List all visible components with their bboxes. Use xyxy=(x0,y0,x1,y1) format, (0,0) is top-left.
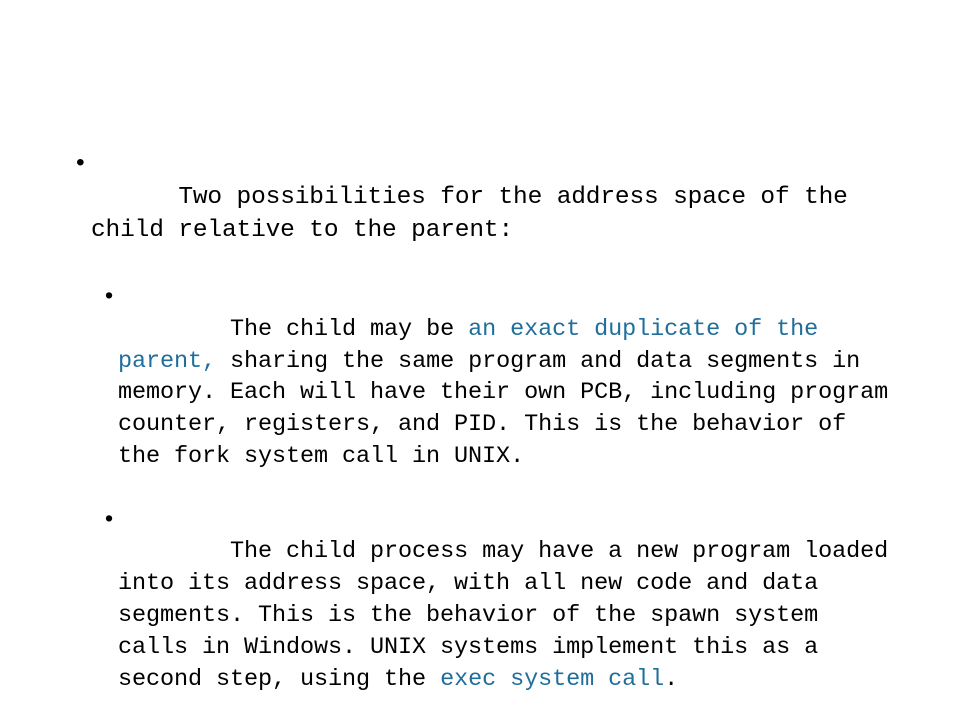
bullet-level2-item-2-tail: . xyxy=(664,665,679,693)
slide-canvas: • Two possibilities for the address space… xyxy=(0,0,960,693)
bullet-dot-icon: • xyxy=(102,284,117,311)
slide-content-body: • Two possibilities for the address space… xyxy=(70,148,900,727)
bullet-dot-icon: • xyxy=(73,151,88,178)
bullet-level1-item: • Two possibilities for the address space… xyxy=(70,148,900,280)
bullet-dot-icon: • xyxy=(102,506,117,534)
bullet-level2-item-2-highlight: exec system call xyxy=(440,665,665,693)
bullet-level2-item-1-lead: The child may be xyxy=(230,315,469,343)
bullet-level1-text: Two possibilities for the address space … xyxy=(91,184,863,244)
bullet-level2-item-1: • The child may be an exact duplicate of … xyxy=(102,282,903,505)
bullet-level2-item-1-tail: sharing the same program and data segmen… xyxy=(118,347,903,470)
bullet-level2-group: • The child may be an exact duplicate of … xyxy=(70,282,900,727)
bullet-level2-item-2: • The child process may have a new progra… xyxy=(102,505,900,727)
